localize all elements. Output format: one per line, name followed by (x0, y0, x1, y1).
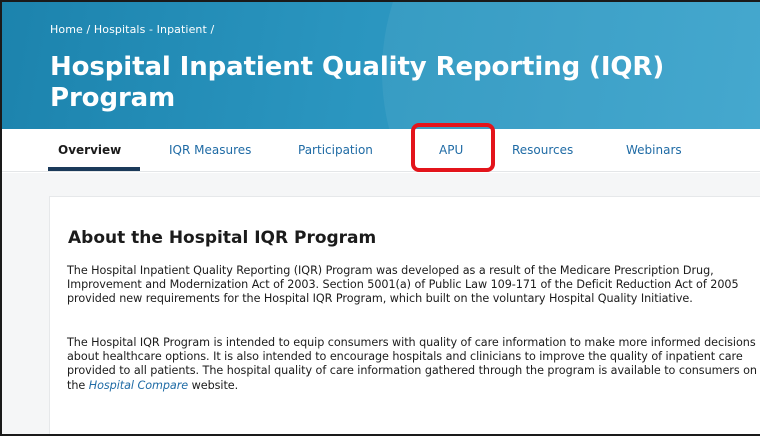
active-tab-indicator (48, 167, 140, 171)
breadcrumb[interactable]: Home / Hospitals - Inpatient / (50, 23, 214, 36)
tab-participation[interactable]: Participation (298, 143, 373, 157)
page-header-banner: Home / Hospitals - Inpatient / Hospital … (2, 2, 760, 129)
page-title: Hospital Inpatient Quality Reporting (IQ… (50, 52, 665, 113)
tab-resources[interactable]: Resources (512, 143, 573, 157)
tab-webinars[interactable]: Webinars (626, 143, 682, 157)
tab-overview[interactable]: Overview (58, 143, 121, 157)
purpose-paragraph: The Hospital IQR Program is intended to … (67, 336, 760, 393)
tab-bar: Overview IQR Measures Participation APU … (2, 129, 760, 172)
purpose-paragraph-end: website. (188, 378, 239, 392)
hospital-compare-link[interactable]: Hospital Compare (89, 379, 188, 392)
apu-highlight-box (411, 123, 495, 172)
page-frame: Home / Hospitals - Inpatient / Hospital … (0, 0, 760, 436)
section-heading: About the Hospital IQR Program (68, 228, 377, 248)
tab-iqr-measures[interactable]: IQR Measures (169, 143, 251, 157)
intro-paragraph: The Hospital Inpatient Quality Reporting… (67, 264, 739, 306)
